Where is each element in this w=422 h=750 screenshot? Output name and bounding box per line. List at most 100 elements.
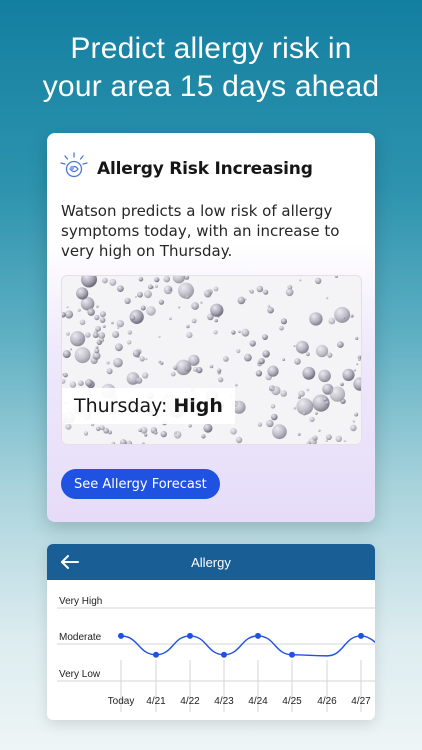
pollen-grain	[145, 357, 148, 361]
pollen-grain	[237, 296, 246, 305]
pollen-grain	[263, 289, 269, 295]
allergy-data-point	[221, 651, 227, 658]
pollen-grain	[87, 308, 95, 316]
pollen-grain	[106, 368, 113, 375]
pollen-grain	[185, 294, 190, 300]
pollen-grain	[214, 318, 218, 323]
pollen-grain	[65, 423, 72, 430]
pollen-grain	[141, 442, 145, 444]
pollen-grain	[95, 325, 101, 332]
pollen-grain	[213, 330, 218, 335]
pollen-grain	[144, 433, 148, 437]
pollen-grain	[163, 285, 173, 295]
pollen-grain	[249, 289, 254, 294]
headline-line-2: your area 15 days ahead	[42, 70, 380, 103]
pollen-grain	[99, 311, 106, 318]
see-allergy-forecast-button[interactable]: See Allergy Forecast	[61, 469, 220, 499]
pollen-grain	[218, 377, 224, 383]
pollen-grain	[138, 428, 142, 432]
pollen-grain	[203, 423, 213, 433]
pollen-grain	[76, 287, 89, 300]
pollen-grain	[127, 340, 132, 345]
pollen-grain	[298, 390, 305, 397]
pollen-grain	[262, 350, 270, 358]
pollen-grain	[94, 348, 100, 354]
pollen-grain	[62, 311, 66, 318]
allergy-data-point	[153, 651, 159, 658]
x-tick-label: 4/26	[317, 696, 337, 707]
pollen-grain	[116, 319, 124, 328]
pollen-grain	[324, 400, 330, 405]
pollen-grain	[120, 439, 127, 444]
pollen-grain	[326, 434, 332, 441]
pollen-grain	[350, 314, 354, 318]
pollen-grain	[271, 386, 281, 396]
pollen-grain	[295, 340, 309, 354]
allergy-data-point	[358, 632, 364, 639]
pollen-grain	[353, 377, 361, 391]
pollen-grain	[132, 349, 141, 358]
pollen-grain	[126, 440, 133, 444]
pollen-grain	[230, 428, 237, 435]
pollen-grain	[79, 319, 86, 326]
pollen-grain	[285, 288, 294, 297]
pollen-grain	[271, 413, 278, 421]
pollen-grain	[96, 305, 99, 308]
x-tick-label: Today	[108, 696, 135, 707]
pollen-grain	[306, 352, 310, 357]
pollen-grain	[158, 335, 161, 338]
pollen-grain	[138, 276, 144, 282]
pollen-grain	[112, 331, 120, 338]
pollen-grain	[191, 318, 197, 324]
pollen-grain	[217, 368, 222, 373]
x-tick-label: 4/23	[214, 696, 234, 707]
pollen-grain	[70, 348, 72, 351]
card-description: Watson predicts a low risk of allergy sy…	[61, 202, 340, 260]
headline: Predict allergy risk in your area 15 day…	[0, 30, 422, 106]
pollen-grain	[302, 411, 307, 416]
pollen-grain	[350, 424, 357, 432]
pollen-grain	[111, 321, 114, 325]
pollen-grain	[69, 381, 77, 388]
pollen-grain	[267, 306, 274, 314]
pollen-grain	[352, 420, 356, 423]
pollen-grain	[315, 344, 329, 358]
pollen-grain	[173, 431, 182, 439]
pollen-grain	[63, 372, 68, 378]
allergy-data-point	[289, 651, 295, 658]
allergy-data-point	[118, 632, 124, 639]
pollen-grain	[249, 340, 256, 347]
card-header: Allergy Risk Increasing	[59, 151, 313, 186]
pollen-grain	[244, 298, 247, 301]
pollen-grain	[235, 436, 243, 444]
pollen-grain	[70, 331, 86, 347]
pollen-grain	[353, 369, 356, 372]
pollen-grain	[238, 330, 241, 333]
pollen-grain	[186, 332, 193, 339]
pollen-grain	[191, 302, 200, 310]
pollen-grain	[175, 359, 192, 376]
pollen-grain	[130, 315, 136, 321]
pollen-grain	[343, 439, 346, 443]
pollen-grain	[77, 308, 81, 312]
pollen-grain	[111, 441, 116, 444]
pollen-grain	[78, 338, 81, 341]
pollen-grain	[154, 277, 160, 283]
pollen-grain	[309, 312, 323, 326]
pollen-grain	[340, 382, 344, 387]
pollen-grain	[213, 286, 219, 292]
allergy-insight-card: Allergy Risk Increasing Watson predicts …	[47, 133, 375, 522]
pollen-grain	[201, 434, 206, 439]
pollen-grain	[315, 412, 318, 415]
pollen-grain	[115, 343, 123, 352]
arrow-left-icon[interactable]	[57, 550, 83, 574]
pollen-grain	[99, 425, 105, 431]
pollen-grain	[170, 371, 176, 377]
pollen-grain	[66, 332, 70, 336]
pollen-grain	[163, 276, 171, 283]
pollen-grain	[98, 337, 105, 343]
pollen-grain	[223, 356, 229, 362]
pollen-grain	[357, 357, 361, 361]
x-tick-label: 4/25	[282, 696, 302, 707]
x-tick-label: 4/24	[248, 696, 268, 707]
